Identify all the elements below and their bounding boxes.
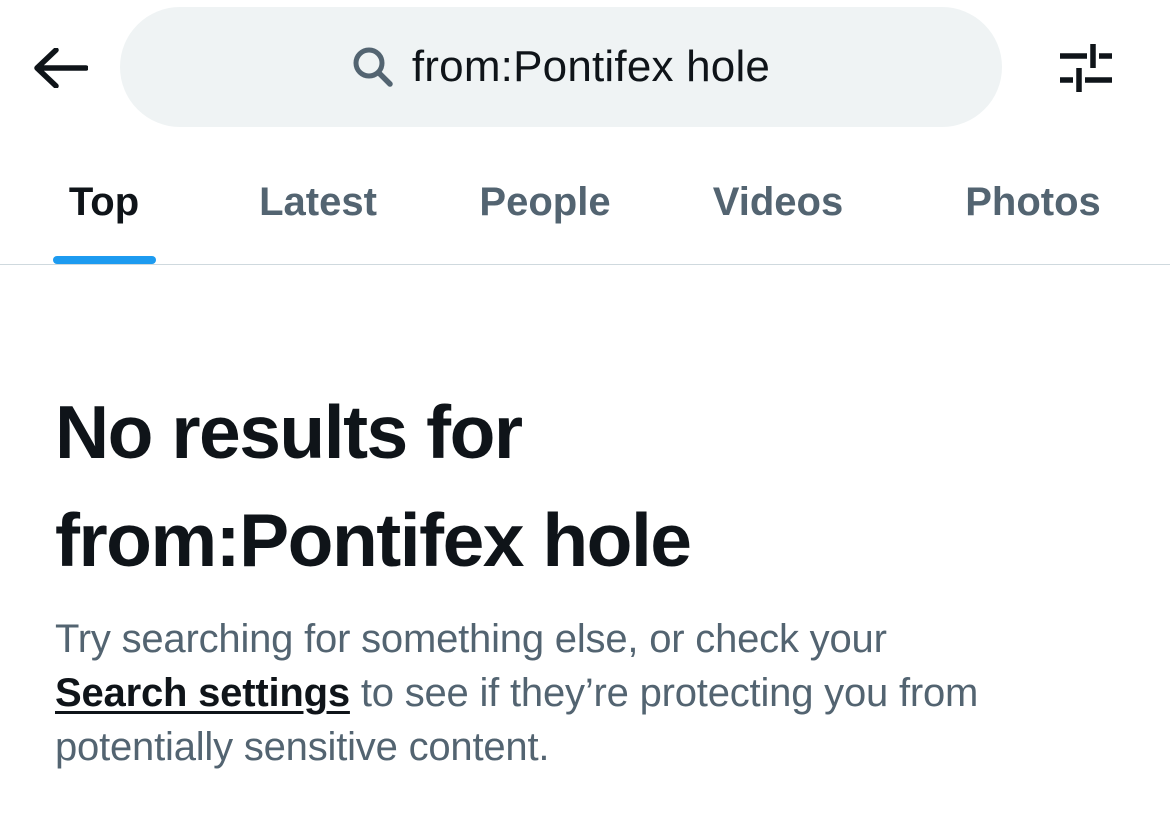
no-results-description: Try searching for something else, or che… bbox=[55, 612, 1145, 774]
description-line: Search settings to see if they’re protec… bbox=[55, 666, 1145, 720]
tab-label: People bbox=[479, 179, 611, 224]
search-icon bbox=[352, 46, 394, 88]
tab-label: Latest bbox=[259, 179, 377, 224]
tab-latest[interactable]: Latest bbox=[228, 140, 408, 264]
search-settings-link[interactable]: Search settings bbox=[55, 671, 350, 715]
no-results-query: from:Pontifex hole bbox=[55, 498, 692, 582]
tab-top[interactable]: Top bbox=[20, 140, 188, 264]
description-line: Try searching for something else, or che… bbox=[55, 617, 887, 661]
no-results-title: No results for from:Pontifex hole bbox=[55, 378, 1145, 594]
active-tab-indicator bbox=[53, 256, 156, 264]
tab-people[interactable]: People bbox=[452, 140, 638, 264]
search-filter-button[interactable] bbox=[1052, 38, 1120, 98]
arrow-left-icon bbox=[32, 48, 88, 88]
search-input[interactable]: from:Pontifex hole bbox=[120, 7, 1002, 127]
top-bar: from:Pontifex hole bbox=[0, 0, 1170, 132]
tab-photos[interactable]: Photos bbox=[940, 140, 1126, 264]
tab-label: Videos bbox=[712, 179, 844, 224]
no-results-title-line: No results for bbox=[55, 390, 523, 474]
description-line: potentially sensitive content. bbox=[55, 725, 550, 769]
no-results-message: No results for from:Pontifex hole Try se… bbox=[55, 378, 1145, 774]
search-tabs: Top Latest People Videos Photos bbox=[0, 140, 1170, 265]
search-query-text: from:Pontifex hole bbox=[411, 42, 771, 91]
tab-videos[interactable]: Videos bbox=[688, 140, 868, 264]
tab-label: Photos bbox=[965, 179, 1101, 224]
back-button[interactable] bbox=[28, 38, 92, 98]
sliders-icon bbox=[1057, 40, 1115, 96]
description-text: to see if they’re protecting you from bbox=[349, 671, 979, 715]
tab-label: Top bbox=[68, 179, 140, 224]
